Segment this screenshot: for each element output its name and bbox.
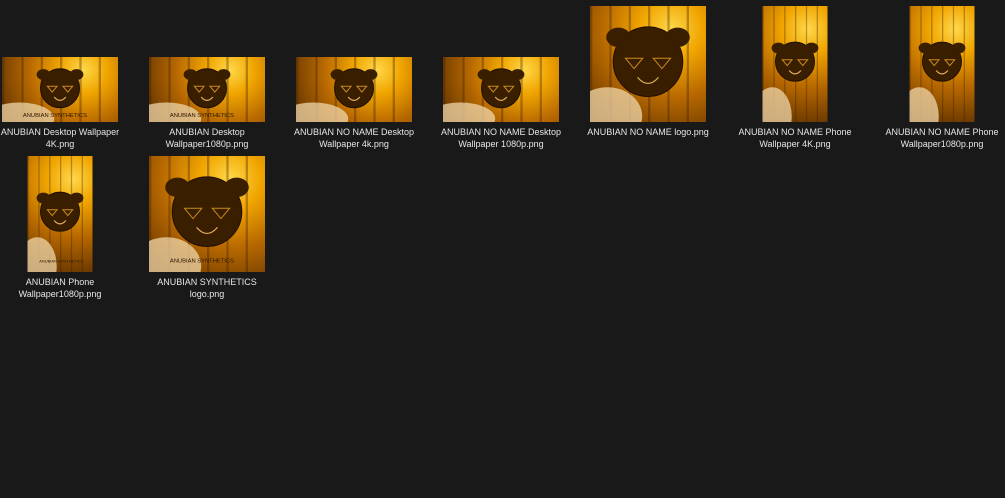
mask-ear xyxy=(363,69,378,81)
image-thumbnail xyxy=(909,6,975,122)
file-name: ANUBIAN NO NAME logo.png xyxy=(587,127,709,137)
file-name: ANUBIAN NO NAME Phone Wallpaper 4K.png xyxy=(738,127,852,149)
image-thumbnail xyxy=(590,6,706,122)
thumbnail-frame xyxy=(725,4,865,122)
anubis-artwork: ANUBIAN SYNTHETICS xyxy=(2,57,101,122)
image-thumbnail xyxy=(296,57,412,122)
mask-ear xyxy=(183,69,198,81)
artwork-caption-text: ANUBIAN SYNTHETICS xyxy=(170,113,234,119)
anubis-artwork xyxy=(296,57,395,122)
anubis-artwork xyxy=(443,57,542,122)
thumbnail-frame xyxy=(284,4,424,122)
file-item[interactable]: ANUBIAN NO NAME Phone Wallpaper1080p.png xyxy=(872,4,1005,150)
sand-patch xyxy=(909,87,939,122)
file-grid: ANUBIAN SYNTHETICS ANUBIAN Desktop Wallp… xyxy=(0,0,1005,498)
wall-groove xyxy=(245,57,248,122)
anubis-artwork: ANUBIAN SYNTHETICS xyxy=(27,156,84,272)
thumbnail-frame xyxy=(872,4,1005,122)
mask-ear xyxy=(510,69,525,81)
mask-ear xyxy=(606,27,631,48)
thumbnail-frame: ANUBIAN SYNTHETICS xyxy=(0,4,130,122)
mask-ear xyxy=(69,69,84,81)
mask-ear xyxy=(918,42,933,54)
mask-ear xyxy=(804,42,819,54)
thumbnail-frame: ANUBIAN SYNTHETICS xyxy=(0,154,130,272)
file-item[interactable]: ANUBIAN SYNTHETICS ANUBIAN Desktop Wallp… xyxy=(137,4,277,150)
file-name: ANUBIAN NO NAME Phone Wallpaper1080p.png xyxy=(885,127,999,149)
artwork-caption-text: ANUBIAN SYNTHETICS xyxy=(39,259,84,264)
artwork-caption-text: ANUBIAN SYNTHETICS xyxy=(23,113,87,119)
mask-ear xyxy=(165,177,190,198)
image-thumbnail: ANUBIAN SYNTHETICS xyxy=(27,156,93,272)
thumbnail-frame xyxy=(431,4,571,122)
wall-groove xyxy=(392,57,395,122)
sand-patch xyxy=(27,237,57,272)
anubis-artwork: ANUBIAN SYNTHETICS xyxy=(149,156,249,272)
file-item[interactable]: ANUBIAN SYNTHETICS ANUBIAN Phone Wallpap… xyxy=(0,154,130,300)
anubis-artwork: ANUBIAN SYNTHETICS xyxy=(149,57,248,122)
file-name: ANUBIAN NO NAME Desktop Wallpaper 1080p.… xyxy=(440,127,562,149)
mask-ear xyxy=(36,69,51,81)
image-thumbnail xyxy=(443,57,559,122)
file-item[interactable]: ANUBIAN SYNTHETICS ANUBIAN Desktop Wallp… xyxy=(0,4,130,150)
sand-patch xyxy=(762,87,792,122)
image-thumbnail: ANUBIAN SYNTHETICS xyxy=(2,57,118,122)
mask-ear xyxy=(477,69,492,81)
artwork-caption-text: ANUBIAN SYNTHETICS xyxy=(170,259,234,265)
mask-ear xyxy=(216,69,231,81)
thumbnail-frame: ANUBIAN SYNTHETICS xyxy=(137,4,277,122)
file-item[interactable]: ANUBIAN NO NAME Phone Wallpaper 4K.png xyxy=(725,4,865,150)
wall-groove xyxy=(98,57,101,122)
file-name: ANUBIAN Desktop Wallpaper1080p.png xyxy=(165,127,249,149)
file-name: ANUBIAN SYNTHETICS logo.png xyxy=(157,277,257,299)
anubis-artwork xyxy=(909,6,966,122)
file-name: ANUBIAN Phone Wallpaper1080p.png xyxy=(18,277,102,299)
mask-ear xyxy=(36,192,51,204)
file-name: ANUBIAN Desktop Wallpaper 4K.png xyxy=(0,127,120,149)
image-thumbnail: ANUBIAN SYNTHETICS xyxy=(149,156,265,272)
anubis-artwork xyxy=(590,6,690,122)
file-item[interactable]: ANUBIAN NO NAME logo.png xyxy=(578,4,718,138)
file-item[interactable]: ANUBIAN NO NAME Desktop Wallpaper 4k.png xyxy=(284,4,424,150)
mask-ear xyxy=(771,42,786,54)
file-name: ANUBIAN NO NAME Desktop Wallpaper 4k.png xyxy=(293,127,415,149)
anubis-artwork xyxy=(762,6,819,122)
mask-ear xyxy=(665,27,690,48)
wall-groove xyxy=(539,57,542,122)
thumbnail-frame xyxy=(578,4,718,122)
mask-ear xyxy=(330,69,345,81)
wall-groove xyxy=(816,6,818,122)
sand-patch xyxy=(296,102,349,122)
mask-ear xyxy=(69,192,84,204)
wall-groove xyxy=(686,6,689,122)
mask-ear xyxy=(951,42,966,54)
thumbnail-frame: ANUBIAN SYNTHETICS xyxy=(137,154,277,272)
image-thumbnail xyxy=(762,6,828,122)
file-item[interactable]: ANUBIAN NO NAME Desktop Wallpaper 1080p.… xyxy=(431,4,571,150)
wall-groove xyxy=(81,156,83,272)
mask-ear xyxy=(224,177,249,198)
file-item[interactable]: ANUBIAN SYNTHETICS ANUBIAN SYNTHETICS lo… xyxy=(137,154,277,300)
image-thumbnail: ANUBIAN SYNTHETICS xyxy=(149,57,265,122)
wall-groove xyxy=(963,6,965,122)
wall-groove xyxy=(245,156,248,272)
sand-patch xyxy=(443,102,496,122)
